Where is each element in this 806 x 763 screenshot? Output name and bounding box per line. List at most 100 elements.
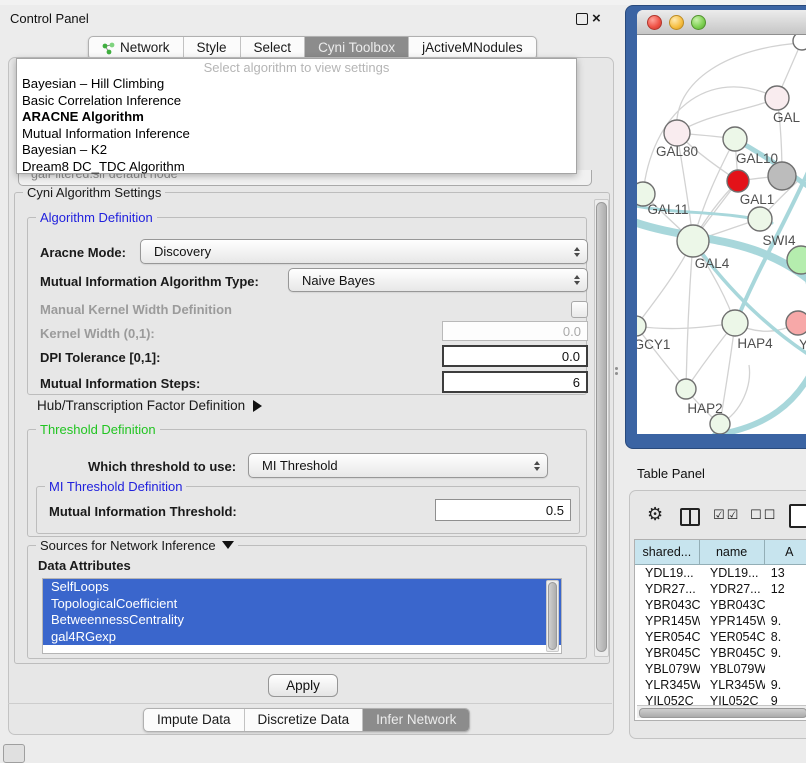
expand-arrow-icon[interactable] <box>253 400 262 412</box>
which-threshold-combo[interactable]: MI Threshold <box>248 453 548 478</box>
attribute-list-item[interactable]: TopologicalCoefficient <box>43 596 561 613</box>
close-traffic-light-icon[interactable] <box>647 15 662 30</box>
which-threshold-value: MI Threshold <box>262 458 338 473</box>
manual-kernel-width-checkbox[interactable] <box>571 301 588 318</box>
collapse-arrow-icon[interactable] <box>222 541 234 549</box>
attribute-list-item[interactable]: SelfLoops <box>43 579 561 596</box>
network-node[interactable] <box>677 225 709 257</box>
table-row[interactable]: YPR145WYPR145W9. <box>635 613 806 629</box>
apply-button-label: Apply <box>286 678 320 693</box>
tab-network[interactable]: Network <box>89 37 183 59</box>
network-node[interactable] <box>722 310 748 336</box>
splitter-handle[interactable] <box>615 366 618 376</box>
dpi-tolerance-value: 0.0 <box>562 349 580 364</box>
tab-label: Discretize Data <box>258 709 350 731</box>
attribute-list-item[interactable]: gal4RGexp <box>43 629 561 646</box>
attribute-list-item[interactable]: BetweennessCentrality <box>43 612 561 629</box>
network-edge[interactable] <box>677 98 777 133</box>
algorithm-item[interactable]: ARACNE Algorithm <box>17 109 576 126</box>
mi-threshold-group: MI Threshold Definition Mutual Informati… <box>36 486 580 534</box>
data-attributes-list[interactable]: SelfLoopsTopologicalCoefficientBetweenne… <box>42 578 562 654</box>
stepper-icon <box>574 275 580 285</box>
settings-scrollbar-thumb[interactable] <box>596 202 607 652</box>
tab-select[interactable]: Select <box>240 37 305 59</box>
hub-factor-section[interactable]: Hub/Transcription Factor Definition <box>37 398 262 413</box>
dpi-tolerance-field[interactable]: 0.0 <box>442 345 588 367</box>
mi-type-combo[interactable]: Naive Bayes <box>288 268 588 292</box>
deselect-all-columns-icon[interactable]: ☐☐ <box>750 508 777 523</box>
table-cell: 13 <box>765 565 806 581</box>
network-node[interactable] <box>664 120 690 146</box>
network-edge[interactable] <box>637 323 735 329</box>
column-header[interactable]: shared... <box>635 540 700 565</box>
network-canvas-svg[interactable]: GALGAL80GAL10GAL1GAL11SWI4GAL4GCY1HAP4YH… <box>637 35 806 434</box>
apply-button[interactable]: Apply <box>268 674 338 697</box>
minimize-traffic-light-icon[interactable] <box>669 15 684 30</box>
tab-cyni-toolbox[interactable]: Cyni Toolbox <box>304 37 408 59</box>
column-header[interactable]: name <box>700 540 765 565</box>
aracne-mode-combo[interactable]: Discovery <box>140 239 588 264</box>
tab-label: Select <box>254 37 292 59</box>
node-table[interactable]: shared...nameA YDL19...YDL19...13YDR27..… <box>634 539 806 721</box>
mi-steps-field[interactable]: 6 <box>442 371 588 393</box>
table-row[interactable]: YDR27...YDR27...12 <box>635 581 806 597</box>
column-header[interactable]: A <box>765 540 806 565</box>
algorithm-item[interactable]: Bayesian – Hill Climbing <box>17 76 576 93</box>
network-edge[interactable] <box>686 241 693 389</box>
table-row[interactable]: YBR045CYBR045C9. <box>635 645 806 661</box>
table-cell: YPR145W <box>635 613 700 629</box>
network-node[interactable] <box>676 379 696 399</box>
tab-discretize-data[interactable]: Discretize Data <box>244 709 363 731</box>
algorithm-item[interactable]: Dream8 DC_TDC Algorithm <box>17 159 576 176</box>
network-node[interactable] <box>727 170 749 192</box>
table-row[interactable]: YLR345WYLR345W9. <box>635 677 806 693</box>
attributes-scrollbar[interactable] <box>546 580 559 652</box>
table-hscrollbar[interactable] <box>637 705 806 718</box>
tab-label: Infer Network <box>376 709 456 731</box>
columns-icon[interactable] <box>680 508 700 526</box>
algorithm-definition-title: Algorithm Definition <box>36 210 157 225</box>
network-node[interactable] <box>768 162 796 190</box>
network-node[interactable] <box>793 35 806 50</box>
mi-threshold-field[interactable]: 0.5 <box>435 499 571 521</box>
table-panel-title: Table Panel <box>637 466 705 481</box>
network-window: GALGAL80GAL10GAL1GAL11SWI4GAL4GCY1HAP4YH… <box>637 10 806 434</box>
network-edge[interactable] <box>637 326 686 389</box>
network-node[interactable] <box>637 316 646 336</box>
algorithm-item[interactable]: Mutual Information Inference <box>17 126 576 143</box>
gear-icon[interactable]: ⚙ <box>647 504 663 525</box>
network-node[interactable] <box>723 127 747 151</box>
table-hscrollbar-thumb[interactable] <box>639 708 806 718</box>
tab-label: Impute Data <box>157 709 231 731</box>
node-label: Y <box>799 337 806 352</box>
table-panel: ⚙ ☑☑ ☐☐ shared...nameA YDL19...YDL19...1… <box>629 490 806 739</box>
settings-scrollbar[interactable] <box>594 199 609 657</box>
close-icon[interactable]: × <box>592 13 601 25</box>
algorithm-dropdown-popup: Select algorithm to view settings Bayesi… <box>16 58 577 174</box>
tab-style[interactable]: Style <box>183 37 240 59</box>
export-table-icon[interactable] <box>789 504 806 528</box>
network-node[interactable] <box>710 414 730 434</box>
table-row[interactable]: YER054CYER054C8. <box>635 629 806 645</box>
attributes-scrollbar-thumb[interactable] <box>548 582 557 650</box>
sources-group-title[interactable]: Sources for Network Inference <box>36 538 238 553</box>
tab-jactivemnodules[interactable]: jActiveMNodules <box>408 37 536 59</box>
network-node[interactable] <box>786 311 806 335</box>
table-cell: YBR043C <box>635 597 700 613</box>
zoom-traffic-light-icon[interactable] <box>691 15 706 30</box>
tab-infer-network[interactable]: Infer Network <box>362 709 469 731</box>
collapsed-panel-grip[interactable] <box>3 744 25 763</box>
table-row[interactable]: YBR043CYBR043C <box>635 597 806 613</box>
control-panel-title: Control Panel <box>10 11 89 26</box>
algorithm-item[interactable]: Bayesian – K2 <box>17 142 576 159</box>
tab-impute-data[interactable]: Impute Data <box>144 709 244 731</box>
select-all-columns-icon[interactable]: ☑☑ <box>713 508 740 523</box>
data-attributes-items: SelfLoopsTopologicalCoefficientBetweenne… <box>43 579 561 645</box>
network-node[interactable] <box>765 86 789 110</box>
algorithm-item[interactable]: Basic Correlation Inference <box>17 93 576 110</box>
network-node[interactable] <box>748 207 772 231</box>
float-window-icon[interactable] <box>576 13 588 25</box>
table-row[interactable]: YBL079WYBL079W <box>635 661 806 677</box>
network-window-titlebar[interactable] <box>637 10 806 35</box>
table-row[interactable]: YDL19...YDL19...13 <box>635 565 806 581</box>
